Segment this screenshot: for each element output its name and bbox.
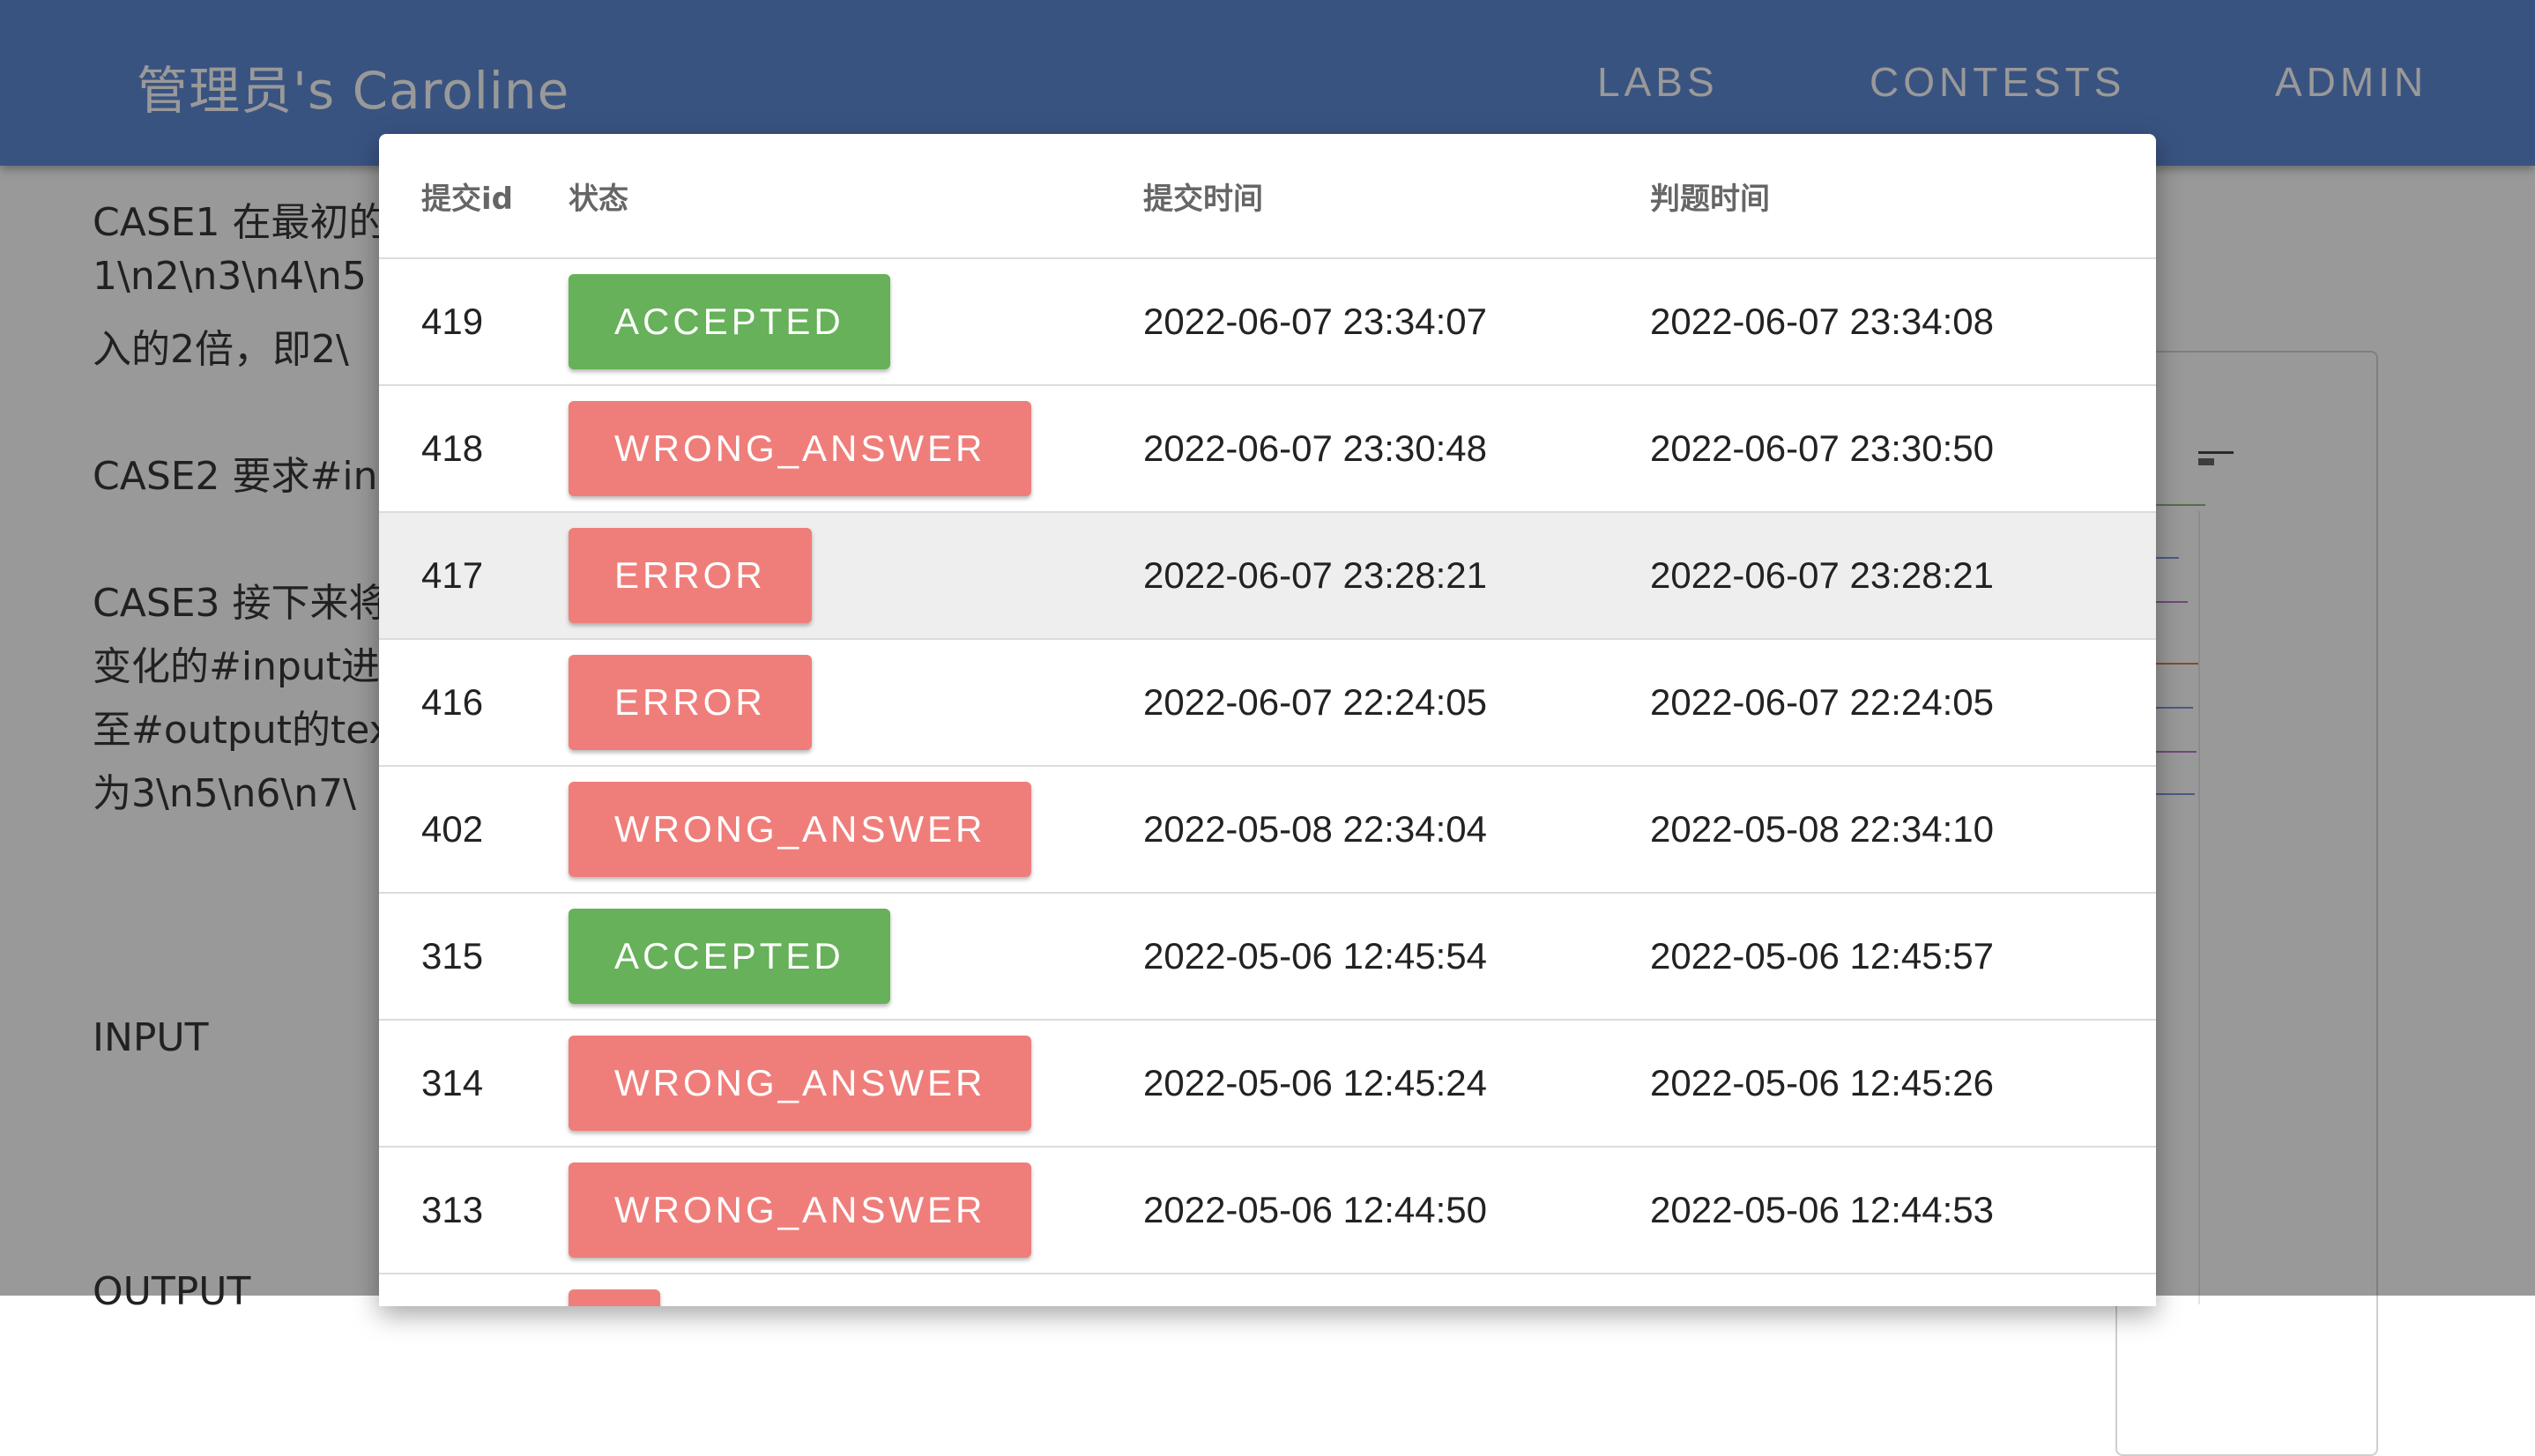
status-chip[interactable]: ERROR (569, 528, 812, 623)
status-cell (569, 1274, 1143, 1306)
submit-time: 2022-06-07 23:34:07 (1143, 258, 1650, 386)
submission-history-dialog: 提交id 状态 提交时间 判题时间 419 ACCEPTED 2022-06-0… (379, 134, 2156, 1306)
judge-time: 2022-06-07 23:28:21 (1650, 512, 2156, 640)
judge-time: 2022-05-08 22:34:10 (1650, 766, 2156, 894)
table-row[interactable]: 417 ERROR 2022-06-07 23:28:21 2022-06-07… (379, 512, 2156, 640)
table-row[interactable]: 315 ACCEPTED 2022-05-06 12:45:54 2022-05… (379, 893, 2156, 1021)
judge-time: 2022-06-07 23:30:50 (1650, 385, 2156, 513)
submit-time: 2022-06-07 23:28:21 (1143, 512, 1650, 640)
status-chip[interactable]: WRONG_ANSWER (569, 782, 1032, 877)
table-header-row: 提交id 状态 提交时间 判题时间 (379, 134, 2156, 259)
submission-id: 402 (379, 766, 569, 894)
table-row[interactable]: 416 ERROR 2022-06-07 22:24:05 2022-06-07… (379, 639, 2156, 767)
status-cell: WRONG_ANSWER (569, 385, 1143, 513)
submission-id: 417 (379, 512, 569, 640)
table-row[interactable]: 314 WRONG_ANSWER 2022-05-06 12:45:24 202… (379, 1020, 2156, 1148)
status-cell: ACCEPTED (569, 893, 1143, 1021)
submit-time: 2022-06-07 22:24:05 (1143, 639, 1650, 767)
status-chip[interactable]: WRONG_ANSWER (569, 1163, 1032, 1258)
judge-time: 2022-06-07 22:24:05 (1650, 639, 2156, 767)
table-row[interactable]: 313 WRONG_ANSWER 2022-05-06 12:44:50 202… (379, 1147, 2156, 1274)
judge-time: 2022-05-06 12:44:53 (1650, 1147, 2156, 1274)
submit-time: 2022-05-06 12:45:54 (1143, 893, 1650, 1021)
submission-id: 314 (379, 1020, 569, 1148)
submission-id: 419 (379, 258, 569, 386)
submissions-table: 提交id 状态 提交时间 判题时间 419 ACCEPTED 2022-06-0… (379, 134, 2156, 1306)
status-chip[interactable]: WRONG_ANSWER (569, 1036, 1032, 1131)
status-chip[interactable]: ACCEPTED (569, 274, 890, 369)
column-header-id[interactable]: 提交id (379, 134, 569, 259)
table-row[interactable]: 418 WRONG_ANSWER 2022-06-07 23:30:48 202… (379, 385, 2156, 513)
status-cell: ERROR (569, 512, 1143, 640)
status-chip[interactable]: ERROR (569, 655, 812, 750)
status-cell: WRONG_ANSWER (569, 766, 1143, 894)
column-header-status[interactable]: 状态 (569, 134, 1143, 259)
status-cell: ERROR (569, 639, 1143, 767)
submit-time (1143, 1274, 1650, 1306)
status-chip[interactable]: WRONG_ANSWER (569, 401, 1032, 496)
submission-id: 416 (379, 639, 569, 767)
submission-id (379, 1274, 569, 1306)
judge-time: 2022-05-06 12:45:57 (1650, 893, 2156, 1021)
status-cell: ACCEPTED (569, 258, 1143, 386)
submit-time: 2022-06-07 23:30:48 (1143, 385, 1650, 513)
table-row[interactable]: 402 WRONG_ANSWER 2022-05-08 22:34:04 202… (379, 766, 2156, 894)
submission-id: 313 (379, 1147, 569, 1274)
judge-time: 2022-06-07 23:34:08 (1650, 258, 2156, 386)
table-row-partial[interactable] (379, 1274, 2156, 1306)
submission-id: 418 (379, 385, 569, 513)
status-chip[interactable] (569, 1289, 660, 1306)
column-header-submit-time[interactable]: 提交时间 (1143, 134, 1650, 259)
submit-time: 2022-05-06 12:44:50 (1143, 1147, 1650, 1274)
column-header-judge-time[interactable]: 判题时间 (1650, 134, 2156, 259)
submission-id: 315 (379, 893, 569, 1021)
submit-time: 2022-05-08 22:34:04 (1143, 766, 1650, 894)
judge-time (1650, 1274, 2156, 1306)
table-row[interactable]: 419 ACCEPTED 2022-06-07 23:34:07 2022-06… (379, 258, 2156, 386)
status-cell: WRONG_ANSWER (569, 1147, 1143, 1274)
judge-time: 2022-05-06 12:45:26 (1650, 1020, 2156, 1148)
submit-time: 2022-05-06 12:45:24 (1143, 1020, 1650, 1148)
status-cell: WRONG_ANSWER (569, 1020, 1143, 1148)
status-chip[interactable]: ACCEPTED (569, 909, 890, 1004)
